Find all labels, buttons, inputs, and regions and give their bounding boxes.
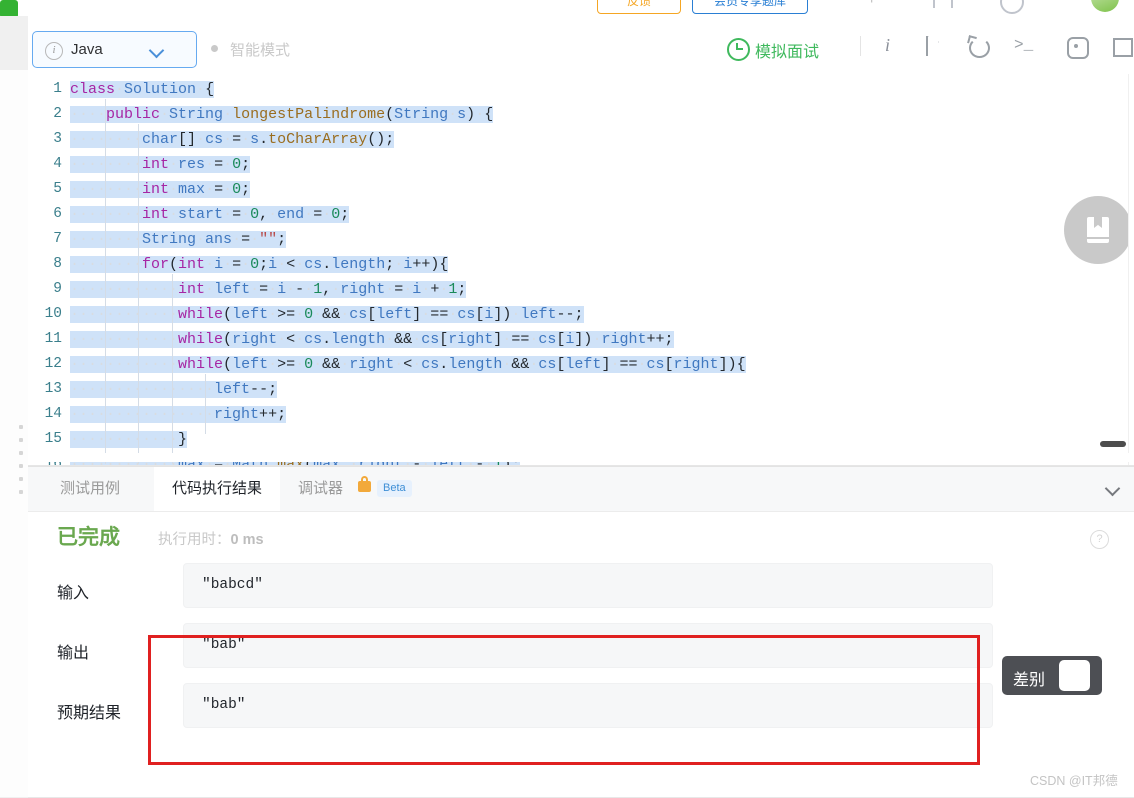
- tab-execution-result[interactable]: 代码执行结果: [154, 467, 281, 511]
- input-value: "babcd": [202, 577, 263, 593]
- panel-splitter[interactable]: [0, 70, 29, 797]
- output-field[interactable]: "bab": [183, 623, 993, 668]
- code-line[interactable]: ············while(left·>=·0·&&·cs[left]·…: [70, 302, 584, 327]
- lock-icon[interactable]: [358, 476, 371, 492]
- question-circle-icon[interactable]: ?: [1090, 530, 1109, 549]
- smart-mode-dot-icon: [211, 45, 218, 52]
- code-line[interactable]: ················right++;: [70, 402, 287, 427]
- toolbar-divider: [860, 36, 861, 56]
- notebook-bookmark-icon[interactable]: [1064, 196, 1132, 264]
- line-number: 12: [44, 356, 62, 372]
- diff-toggle-knob[interactable]: [1059, 660, 1090, 691]
- indent-guide: [171, 274, 173, 464]
- code-line[interactable]: ········char[]·cs·=·s.toCharArray();: [70, 127, 395, 152]
- runtime-value: 0 ms: [230, 532, 264, 548]
- code-line[interactable]: ············int·left·=·i·-·1,·right·=·i·…: [70, 277, 467, 302]
- fullscreen-icon[interactable]: [1110, 34, 1134, 58]
- input-label: 输入: [57, 585, 90, 602]
- output-row: 输出 "bab": [28, 623, 1134, 683]
- code-line[interactable]: ········String·ans·=·"";: [70, 227, 287, 252]
- code-line[interactable]: ········int·start·=·0,·end·=·0;: [70, 202, 350, 227]
- code-workspace: i Java 智能模式 模拟面试 i >_ 1 2 3 4 5 6 7 8 9 10 11 12 13 1…: [28, 16, 1134, 798]
- line-number: 10: [44, 306, 62, 322]
- code-line[interactable]: class·Solution·{: [70, 77, 215, 102]
- line-number: 11: [44, 331, 62, 347]
- mock-interview-label: 模拟面试: [755, 44, 820, 61]
- expected-label: 预期结果: [57, 705, 122, 722]
- notification-bell-icon[interactable]: [933, 0, 953, 8]
- output-value: "bab": [202, 637, 246, 653]
- input-row: 输入 "babcd": [28, 563, 1134, 623]
- result-tabbar: 测试用例 代码执行结果 调试器 Beta: [28, 467, 1134, 512]
- line-number: 1: [53, 81, 62, 97]
- language-select[interactable]: i Java: [32, 31, 197, 68]
- output-label: 输出: [57, 645, 90, 662]
- line-number: 7: [53, 231, 62, 247]
- code-line[interactable]: ················left--;: [70, 377, 278, 402]
- line-number: 8: [53, 256, 62, 272]
- line-number: 5: [53, 181, 62, 197]
- beta-badge: Beta: [377, 480, 412, 497]
- language-select-value: Java: [71, 41, 103, 58]
- chevron-down-icon: [1104, 480, 1121, 497]
- tab-debugger[interactable]: 调试器: [280, 467, 361, 511]
- editor-hscroll-thumb[interactable]: [1100, 441, 1126, 447]
- green-badge-icon[interactable]: [0, 0, 18, 16]
- execution-status-row: 已完成 执行用时：0 ms ?: [28, 511, 1134, 563]
- editor-toolbar: i Java 智能模式 模拟面试 i >_: [28, 16, 1134, 75]
- info-circle-icon: i: [45, 42, 63, 60]
- line-number-gutter: 12345678910111213141516: [28, 74, 70, 466]
- code-editor[interactable]: 12345678910111213141516 class·Solution·{…: [28, 74, 1134, 466]
- code-line[interactable]: ············}: [70, 427, 188, 452]
- separator-text: |: [870, 0, 873, 3]
- code-line[interactable]: ············while(right·<·cs.length·&&·c…: [70, 327, 674, 352]
- alarm-clock-icon: [727, 38, 750, 61]
- feedback-button[interactable]: 反馈: [597, 0, 681, 14]
- editor-horizontal-scrollbar[interactable]: [28, 453, 1134, 462]
- user-circle-icon[interactable]: [1000, 0, 1024, 14]
- avatar[interactable]: [1091, 0, 1119, 12]
- collapse-panel-button[interactable]: [1104, 480, 1121, 497]
- expected-value: "bab": [202, 697, 246, 713]
- flag-icon[interactable]: [921, 34, 947, 58]
- terminal-icon[interactable]: >_: [1011, 34, 1037, 58]
- diff-toggle-label: 差别: [1013, 672, 1046, 689]
- watermark: CSDN @IT邦德: [1030, 774, 1118, 788]
- diff-toggle[interactable]: 差别: [1002, 656, 1102, 695]
- line-number: 4: [53, 156, 62, 172]
- tab-testcases[interactable]: 测试用例: [42, 467, 138, 511]
- line-number: 15: [44, 431, 62, 447]
- line-number: 9: [53, 281, 62, 297]
- runtime-label: 执行用时：0 ms: [158, 528, 264, 549]
- code-line[interactable]: ········int·res·=·0;: [70, 152, 251, 177]
- editor-vertical-scrollbar[interactable]: [1128, 74, 1134, 466]
- member-question-bank-button[interactable]: 会员专享题库: [692, 0, 808, 14]
- indent-guide: [104, 99, 106, 464]
- line-number: 14: [44, 406, 62, 422]
- expected-row: 预期结果 "bab": [28, 683, 1134, 743]
- code-content[interactable]: class·Solution·{····public·String·longes…: [70, 74, 1134, 466]
- result-panel: 测试用例 代码执行结果 调试器 Beta 已完成 执行用时：0 ms ? 输入 …: [28, 466, 1134, 798]
- undo-icon[interactable]: [966, 34, 992, 58]
- line-number: 2: [53, 106, 62, 122]
- line-number: 6: [53, 206, 62, 222]
- chevron-down-icon: [148, 42, 165, 59]
- code-line[interactable]: ········int·max·=·0;: [70, 177, 251, 202]
- drag-handle-grip-icon[interactable]: [19, 425, 24, 500]
- smart-mode-label[interactable]: 智能模式: [230, 39, 290, 60]
- status-badge: 已完成: [57, 526, 120, 549]
- code-line[interactable]: ········for(int·i·=·0;i·<·cs.length;·i++…: [70, 252, 449, 277]
- code-line[interactable]: ····public·String·longestPalindrome(Stri…: [70, 102, 494, 127]
- gear-icon[interactable]: [1064, 34, 1090, 59]
- cut-off-top-toolbar: 反馈 会员专享题库 |: [0, 0, 1134, 16]
- indent-guide: [138, 124, 140, 464]
- runtime-text: 执行用时：: [158, 532, 231, 548]
- info-icon[interactable]: i: [876, 34, 902, 58]
- input-field[interactable]: "babcd": [183, 563, 993, 608]
- indent-guide: [205, 374, 207, 434]
- line-number: 3: [53, 131, 62, 147]
- line-number: 13: [44, 381, 62, 397]
- expected-field[interactable]: "bab": [183, 683, 993, 728]
